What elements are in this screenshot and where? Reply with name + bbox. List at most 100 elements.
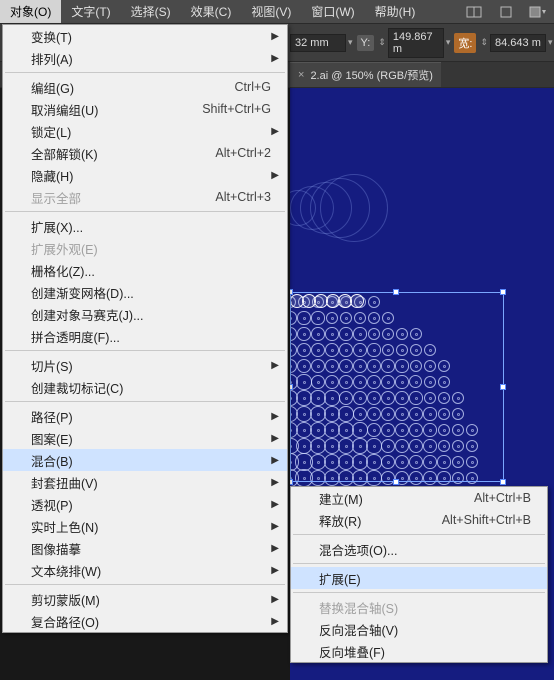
selection-handle[interactable] [393, 289, 399, 295]
selection-handle[interactable] [500, 289, 506, 295]
layout-icon[interactable] [464, 4, 484, 20]
menu-item-label: 实时上色(N) [31, 517, 98, 536]
menu-item[interactable]: 拼合透明度(F)... [3, 325, 287, 347]
menu-item[interactable]: 隐藏(H) ▶ [3, 164, 287, 186]
menu-item[interactable]: 图像描摹 ▶ [3, 537, 287, 559]
selection-handle[interactable] [500, 384, 506, 390]
menu-item[interactable]: 反向混合轴(V) [291, 618, 547, 640]
menu-item-label: 反向混合轴(V) [319, 620, 398, 639]
submenu-arrow-icon: ▶ [271, 455, 279, 466]
menu-item[interactable]: 扩展(E) [291, 567, 547, 589]
menu-item-label: 封套扭曲(V) [31, 473, 98, 492]
menu-item-label: 复合路径(O) [31, 612, 99, 631]
menu-item-shortcut: Ctrl+G [235, 80, 271, 94]
menu-item-label: 混合选项(O)... [319, 540, 397, 559]
menu-item-shortcut: Alt+Ctrl+2 [215, 146, 271, 160]
chevron-down-icon[interactable]: ▾ [546, 37, 554, 48]
menu-item[interactable]: 实时上色(N)▶ [3, 515, 287, 537]
menu-item[interactable]: 栅格化(Z)... [3, 259, 287, 281]
menu-separator [293, 592, 545, 593]
menu-item[interactable]: 透视(P)▶ [3, 493, 287, 515]
tab-title: 2.ai @ 150% (RGB/预览) [310, 67, 432, 83]
menu-item[interactable]: 切片(S)▶ [3, 354, 287, 376]
menu-item[interactable]: 建立(M)Alt+Ctrl+B [291, 487, 547, 509]
menu-item-shortcut: Alt+Ctrl+B [474, 491, 531, 505]
y-label: Y: [357, 35, 375, 51]
y-value[interactable]: 149.867 m [388, 28, 444, 58]
submenu-arrow-icon: ▶ [271, 433, 279, 444]
menu-item[interactable]: 复合路径(O)▶ [3, 610, 287, 632]
selection-handle[interactable] [290, 479, 293, 485]
menu-view[interactable]: 视图(V) [241, 0, 301, 23]
menu-item[interactable]: 剪切蒙版(M)▶ [3, 588, 287, 610]
menu-item-label: 扩展(E) [319, 569, 361, 588]
menu-item-label: 图案(E) [31, 429, 73, 448]
menu-item[interactable]: 排列(A)▶ [3, 47, 287, 69]
menu-item-label: 拼合透明度(F)... [31, 327, 120, 346]
width-value[interactable]: 84.643 m [490, 34, 546, 52]
menu-item[interactable]: 编组(G) Ctrl+G [3, 76, 287, 98]
menu-separator [5, 584, 285, 585]
selection-handle[interactable] [290, 289, 293, 295]
x-value-tail[interactable]: 32 mm [290, 34, 346, 52]
stepper-icon[interactable]: ⇕ [376, 37, 388, 48]
chevron-down-icon[interactable]: ▾ [444, 37, 453, 48]
menu-object[interactable]: 对象(O) [0, 0, 61, 23]
doc-icon[interactable] [496, 4, 516, 20]
workspace-switcher-icon[interactable] [528, 4, 548, 20]
menu-item[interactable]: 全部解锁(K)Alt+Ctrl+2 [3, 142, 287, 164]
menu-item-shortcut: Shift+Ctrl+G [202, 102, 271, 116]
submenu-arrow-icon: ▶ [271, 565, 279, 576]
menu-item[interactable]: 释放(R)Alt+Shift+Ctrl+B [291, 509, 547, 531]
close-icon[interactable]: × [298, 69, 304, 81]
menu-item[interactable]: 文本绕排(W) ▶ [3, 559, 287, 581]
submenu-arrow-icon: ▶ [271, 411, 279, 422]
menu-item-label: 替换混合轴(S) [319, 598, 398, 617]
menu-item[interactable]: 变换(T)▶ [3, 25, 287, 47]
menu-item[interactable]: 创建对象马赛克(J)... [3, 303, 287, 325]
menu-item-label: 混合(B) [31, 451, 73, 470]
menu-item[interactable]: 封套扭曲(V)▶ [3, 471, 287, 493]
menu-item-label: 排列(A) [31, 49, 73, 68]
menu-item-label: 文本绕排(W) [31, 561, 101, 580]
menu-item[interactable]: 扩展(X)... [3, 215, 287, 237]
object-menu: 变换(T)▶排列(A)▶编组(G)Ctrl+G取消编组(U)Shift+Ctrl… [2, 24, 288, 633]
menu-item[interactable]: 创建裁切标记(C) [3, 376, 287, 398]
menu-item-label: 编组(G) [31, 78, 74, 97]
selection-handle[interactable] [500, 479, 506, 485]
submenu-arrow-icon: ▶ [271, 170, 279, 181]
menu-select[interactable]: 选择(S) [121, 0, 181, 23]
menu-help[interactable]: 帮助(H) [365, 0, 426, 23]
menu-item-label: 创建渐变网格(D)... [31, 283, 134, 302]
menu-item[interactable]: 反向堆叠(F) [291, 640, 547, 662]
menu-item[interactable]: 混合(B) ▶ [3, 449, 287, 471]
menu-separator [293, 563, 545, 564]
menu-item[interactable]: 图案(E) ▶ [3, 427, 287, 449]
menu-item: 显示全部Alt+Ctrl+3 [3, 186, 287, 208]
menu-item[interactable]: 锁定(L)▶ [3, 120, 287, 142]
menu-item-label: 图像描摹 [31, 539, 81, 558]
menu-item-shortcut: Alt+Ctrl+3 [215, 190, 271, 204]
submenu-arrow-icon: ▶ [271, 31, 279, 42]
submenu-arrow-icon: ▶ [271, 543, 279, 554]
chevron-down-icon[interactable]: ▾ [346, 37, 355, 48]
document-tab[interactable]: × 2.ai @ 150% (RGB/预览) [290, 62, 441, 87]
menu-item-label: 扩展(X)... [31, 217, 83, 236]
menu-item-label: 反向堆叠(F) [319, 642, 385, 661]
menu-effect[interactable]: 效果(C) [181, 0, 242, 23]
menu-item-label: 锁定(L) [31, 122, 71, 141]
menu-item[interactable]: 混合选项(O)... [291, 538, 547, 560]
submenu-arrow-icon: ▶ [271, 499, 279, 510]
menu-item-label: 取消编组(U) [31, 100, 98, 119]
selection-handle[interactable] [290, 384, 293, 390]
menu-text[interactable]: 文字(T) [61, 0, 120, 23]
menu-item[interactable]: 取消编组(U) Shift+Ctrl+G [3, 98, 287, 120]
menu-item-label: 路径(P) [31, 407, 73, 426]
menu-item-label: 隐藏(H) [31, 166, 73, 185]
selection-handle[interactable] [393, 479, 399, 485]
menu-window[interactable]: 窗口(W) [301, 0, 364, 23]
menu-item-label: 切片(S) [31, 356, 73, 375]
stepper-icon[interactable]: ⇕ [478, 37, 490, 48]
menu-item[interactable]: 路径(P) ▶ [3, 405, 287, 427]
menu-item[interactable]: 创建渐变网格(D)... [3, 281, 287, 303]
